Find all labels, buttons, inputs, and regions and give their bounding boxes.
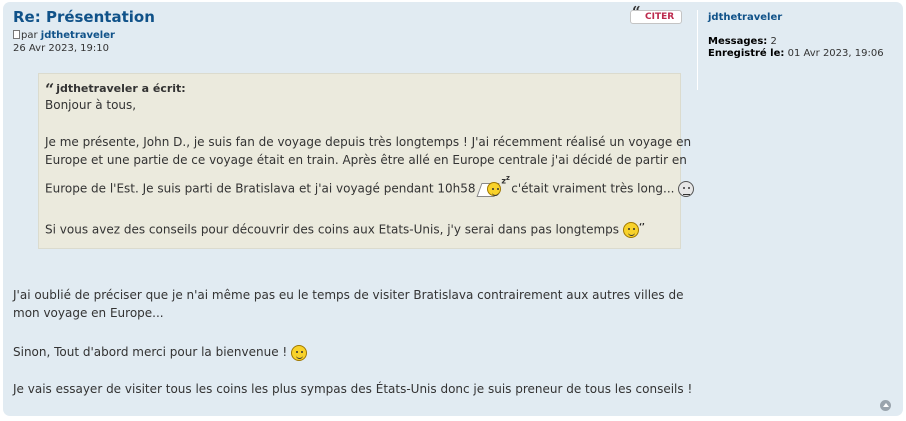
quote-button-label: CITER — [645, 12, 675, 22]
waving-smiley-icon — [291, 344, 308, 361]
quote-line: Je me présente, John D., je suis fan de … — [45, 135, 692, 149]
quote-block: “jdthetraveler a écrit: Bonjour à tous, … — [38, 73, 695, 249]
messages-value[interactable]: 2 — [770, 36, 776, 47]
registered-value: 01 Avr 2023, 19:06 — [787, 48, 884, 59]
thinking-smiley-icon — [622, 222, 639, 238]
quote-line: Bonjour à tous, — [45, 98, 137, 112]
post-body-line-with-icon: Sinon, Tout d'abord merci pour la bienve… — [13, 343, 308, 361]
quote-line-text: Si vous avez des conseils pour découvrir… — [45, 222, 620, 237]
neutral-smiley-icon — [678, 181, 695, 197]
quote-button[interactable]: “ CITER — [630, 5, 682, 24]
quote-line-with-icon: Si vous avez des conseils pour découvrir… — [45, 222, 645, 238]
post-body-line: Je vais essayer de visiter tous les coin… — [13, 382, 693, 396]
post-title[interactable]: Re: Présentation — [13, 8, 155, 26]
post-body-text: Sinon, Tout d'abord merci pour la bienve… — [13, 345, 288, 359]
quote-cite: “jdthetraveler a écrit: — [45, 80, 674, 99]
quote-mark-icon: “ — [45, 80, 55, 99]
post-body-line: J'ai oublié de préciser que je n'ai même… — [13, 288, 684, 302]
post-author-line: par jdthetraveler — [13, 30, 115, 41]
back-to-top-icon[interactable] — [880, 400, 891, 411]
post-author-link[interactable]: jdthetraveler — [41, 30, 115, 41]
post-icon[interactable] — [13, 30, 20, 39]
post-date: 26 Avr 2023, 19:10 — [13, 43, 109, 54]
quote-cite-text: jdthetraveler a écrit: — [56, 82, 186, 95]
profile-messages: Messages: 2 — [708, 36, 897, 48]
profile-registered: Enregistré le: 01 Avr 2023, 19:06 — [708, 48, 897, 60]
post-container: Re: Présentation “ CITER par jdthetravel… — [3, 2, 903, 416]
quote-line-text: c'était vraiment très long... — [511, 181, 675, 196]
post-profile: jdthetraveler Messages: 2 Enregistré le:… — [697, 10, 897, 90]
author-prefix: par — [21, 30, 38, 41]
registered-label: Enregistré le: — [708, 48, 785, 59]
sleeping-smiley-icon: zz — [476, 174, 510, 200]
thinking-marks: ʻʼ — [638, 222, 645, 231]
quote-line: Europe et une partie de ce voyage était … — [45, 153, 687, 167]
profile-username[interactable]: jdthetraveler — [708, 12, 897, 23]
messages-label: Messages: — [708, 36, 768, 47]
post-body-line: mon voyage en Europe... — [13, 306, 164, 320]
quote-icon: “ — [632, 3, 641, 21]
quote-line-text: Europe de l'Est. Je suis parti de Bratis… — [45, 181, 476, 196]
quote-line-with-icons: Europe de l'Est. Je suis parti de Bratis… — [45, 174, 695, 200]
